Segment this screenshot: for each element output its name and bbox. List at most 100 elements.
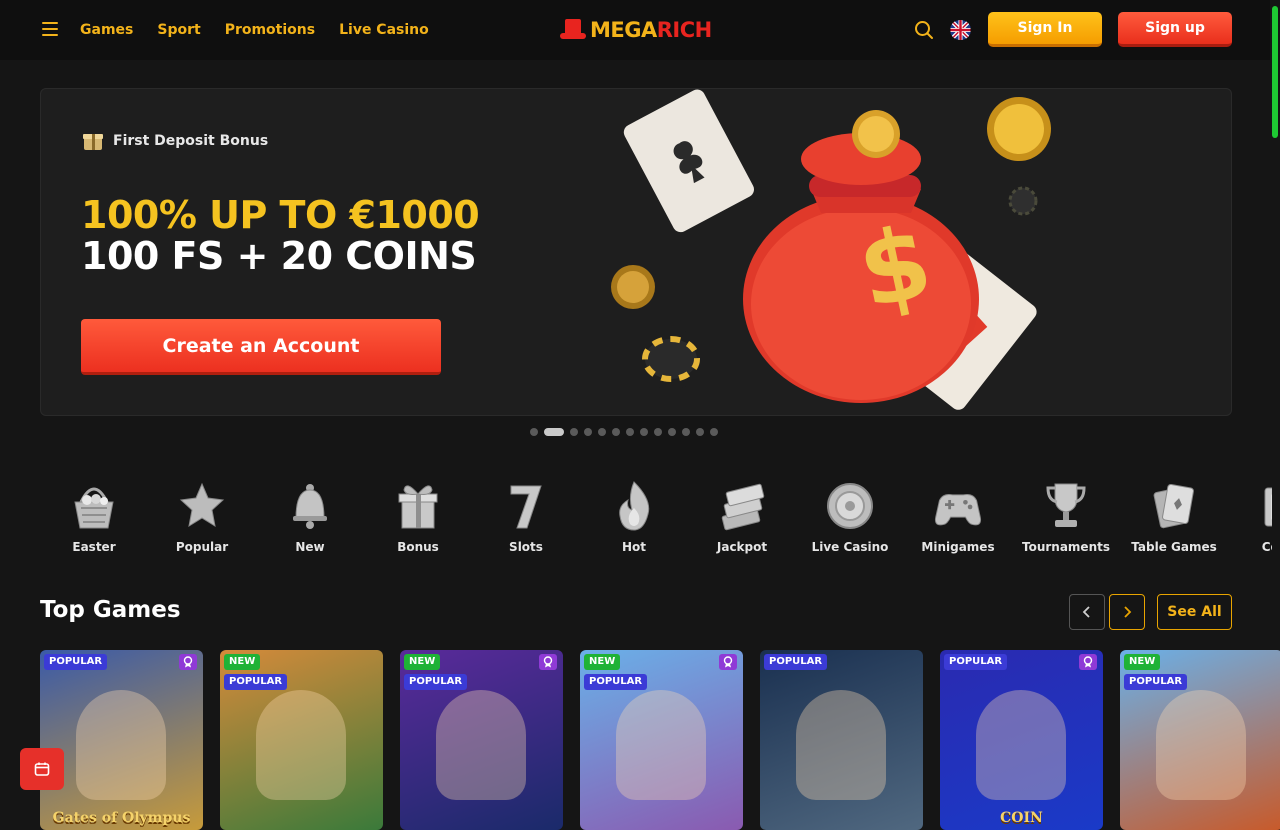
scrollbar-thumb[interactable]: [1272, 6, 1278, 138]
hero-pagination-dot[interactable]: [640, 428, 648, 436]
game-badges: POPULAR: [764, 654, 828, 670]
money-stack-icon: [716, 478, 768, 534]
popular-badge: POPULAR: [764, 654, 828, 670]
game-tile[interactable]: NEW POPULAR: [220, 650, 383, 830]
category-label: Bonus: [397, 540, 439, 554]
top-hat-icon: [560, 19, 586, 41]
hero-pagination-dot[interactable]: [570, 428, 578, 436]
hero-pagination-dot[interactable]: [654, 428, 662, 436]
category-bonus[interactable]: Bonus: [364, 478, 472, 564]
cards-icon: [1148, 478, 1200, 534]
category-label: Hot: [621, 540, 647, 554]
game-tile[interactable]: Gates of Olympus POPULAR: [40, 650, 203, 830]
category-label: Slots: [509, 540, 543, 554]
new-badge: NEW: [224, 654, 261, 670]
popular-badge: POPULAR: [944, 654, 1008, 670]
category-popular[interactable]: Popular: [148, 478, 256, 564]
hero-headline-1: 100% UP TO €1000: [81, 193, 480, 237]
search-icon[interactable]: [914, 20, 934, 40]
award-icon: [539, 654, 557, 670]
hero-pagination-dot[interactable]: [612, 428, 620, 436]
category-table-games[interactable]: Table Games: [1120, 478, 1228, 564]
create-account-button[interactable]: Create an Account: [81, 319, 441, 375]
see-all-button[interactable]: See All: [1157, 594, 1232, 630]
menu-icon[interactable]: [42, 22, 58, 36]
carousel-prev-button[interactable]: [1069, 594, 1105, 630]
award-icon: [719, 654, 737, 670]
game-badges: POPULAR: [44, 654, 108, 670]
gift-icon: [83, 131, 103, 151]
hero-tag-label: First Deposit Bonus: [113, 133, 269, 149]
logo-text-mega: MEGA: [590, 18, 657, 42]
hero-pagination-dot[interactable]: [626, 428, 634, 436]
game-title-art: COIN: [1000, 810, 1043, 826]
category-label: Jackpot: [716, 540, 768, 554]
award-icon: [179, 654, 197, 670]
seven-icon: [500, 478, 552, 534]
popular-badge: POPULAR: [44, 654, 108, 670]
category-tournaments[interactable]: Tournaments: [1012, 478, 1120, 564]
game-tile[interactable]: COIN POPULAR: [940, 650, 1103, 830]
sign-in-button[interactable]: Sign In: [988, 12, 1102, 47]
trophy-icon: [1040, 478, 1092, 534]
main-nav: Games Sport Promotions Live Casino: [80, 0, 429, 60]
category-jackpot[interactable]: Jackpot: [688, 478, 796, 564]
category-minigames[interactable]: Minigames: [904, 478, 1012, 564]
category-label: Tournaments: [1021, 540, 1110, 554]
game-badges: NEW POPULAR: [224, 654, 288, 690]
hero-pagination-dot[interactable]: [668, 428, 676, 436]
gamepad-icon: [932, 478, 984, 534]
hero-pagination: [530, 428, 718, 436]
category-collec[interactable]: Collec: [1228, 478, 1272, 564]
hero-pagination-dot[interactable]: [598, 428, 606, 436]
hero-pagination-dot[interactable]: [530, 428, 538, 436]
category-label: Live Casino: [811, 540, 889, 554]
game-thumbnail: COIN: [940, 650, 1103, 830]
money-bag-illustration: $: [611, 89, 1051, 410]
game-tile[interactable]: NEW POPULAR: [400, 650, 563, 830]
uk-flag-icon[interactable]: [950, 20, 971, 40]
popular-badge: POPULAR: [224, 674, 288, 690]
basket-icon: [68, 478, 120, 534]
hero-banner: First Deposit Bonus 100% UP TO €1000 100…: [40, 88, 1232, 416]
nav-live-casino[interactable]: Live Casino: [339, 22, 429, 38]
category-label: Easter: [72, 540, 116, 554]
nav-games[interactable]: Games: [80, 22, 133, 38]
hero-pagination-dot[interactable]: [584, 428, 592, 436]
carousel-next-button[interactable]: [1109, 594, 1145, 630]
game-tile[interactable]: POPULAR: [760, 650, 923, 830]
category-easter[interactable]: Easter: [40, 478, 148, 564]
logo-text-rich: RICH: [656, 18, 712, 42]
hero-pagination-dot[interactable]: [696, 428, 704, 436]
logo[interactable]: MEGA RICH: [560, 16, 712, 44]
gift-icon: [392, 478, 444, 534]
game-title-art: Gates of Olympus: [52, 810, 191, 826]
nav-promotions[interactable]: Promotions: [225, 22, 315, 38]
hero-pagination-dot[interactable]: [710, 428, 718, 436]
category-strip: Easter Popular New Bonus Slots Hot Jackpot Live…: [40, 478, 1272, 564]
calendar-icon: [34, 762, 50, 776]
nav-sport[interactable]: Sport: [157, 22, 200, 38]
top-bar: Games Sport Promotions Live Casino MEGA R…: [0, 0, 1280, 60]
section-title-top-games: Top Games: [40, 597, 181, 623]
category-hot[interactable]: Hot: [580, 478, 688, 564]
calendar-fab-button[interactable]: [20, 748, 64, 790]
category-label: Popular: [175, 540, 229, 554]
game-tile[interactable]: NEW POPULAR: [1120, 650, 1280, 830]
sign-up-button[interactable]: Sign up: [1118, 12, 1232, 47]
category-new[interactable]: New: [256, 478, 364, 564]
popular-badge: POPULAR: [584, 674, 648, 690]
hero-headline-2: 100 FS + 20 COINS: [81, 234, 477, 278]
hero-pagination-dot[interactable]: [682, 428, 690, 436]
hero-tag: First Deposit Bonus: [83, 131, 268, 151]
hero-pagination-dot[interactable]: [544, 428, 564, 436]
chip-icon: [824, 478, 876, 534]
new-badge: NEW: [404, 654, 441, 670]
new-badge: NEW: [1124, 654, 1161, 670]
star-icon: [176, 478, 228, 534]
game-badges: POPULAR: [944, 654, 1008, 670]
category-live-casino[interactable]: Live Casino: [796, 478, 904, 564]
game-tile[interactable]: NEW POPULAR: [580, 650, 743, 830]
category-slots[interactable]: Slots: [472, 478, 580, 564]
award-icon: [1079, 654, 1097, 670]
